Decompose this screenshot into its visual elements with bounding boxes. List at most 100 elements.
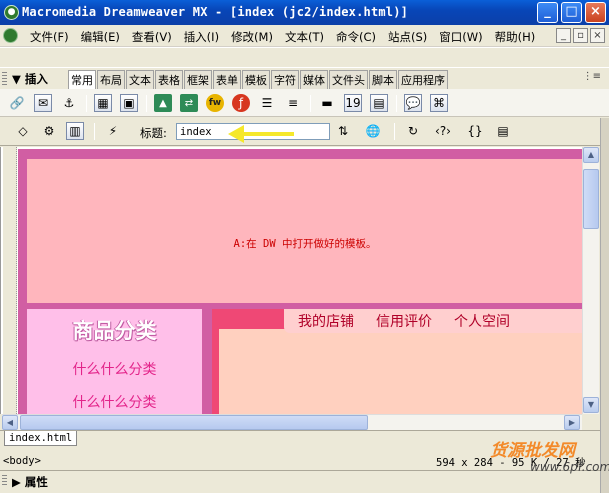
watermark-url: www.6pf.com xyxy=(530,460,609,474)
separator xyxy=(146,95,147,112)
scroll-left-button[interactable]: ◀ xyxy=(2,415,18,430)
tab-common[interactable]: 常用 xyxy=(68,70,96,90)
category-item[interactable]: 什么什么分类 xyxy=(27,392,202,412)
hr-line-icon[interactable]: ▬ xyxy=(318,94,336,112)
doc-minimize-button[interactable]: _ xyxy=(556,28,571,43)
panel-options-icon[interactable]: ⋮≡ xyxy=(583,71,601,82)
menu-bar: 文件(F) 编辑(E) 查看(V) 插入(I) 修改(M) 文本(T) 命令(C… xyxy=(0,25,609,47)
panel-grip[interactable] xyxy=(2,72,7,85)
doc-close-button[interactable]: × xyxy=(590,28,605,43)
horizontal-scroll-thumb[interactable] xyxy=(20,415,368,430)
tab-frames[interactable]: 框架 xyxy=(184,70,212,90)
tab-tables[interactable]: 表格 xyxy=(155,70,183,90)
template-header-area[interactable]: A:在 DW 中打开做好的模板。 xyxy=(27,159,582,303)
tab-application[interactable]: 应用程序 xyxy=(398,70,448,90)
menu-list: 文件(F) 编辑(E) 查看(V) 插入(I) 修改(M) 文本(T) 命令(C… xyxy=(24,29,541,45)
tab-text[interactable]: 文本 xyxy=(126,70,154,90)
code-navigation-icon[interactable]: {} xyxy=(466,122,484,140)
shop-nav: 我的店铺 信用评价 个人空间 xyxy=(284,309,582,333)
tab-layout[interactable]: 布局 xyxy=(97,70,125,90)
category-item[interactable]: 什么什么分类 xyxy=(27,359,202,379)
category-heading: 商品分类 xyxy=(72,319,157,343)
insert-panel-header: ▼ 插入 常用 布局 文本 表格 框架 表单 模板 字符 媒体 文件头 脚本 应… xyxy=(0,67,609,90)
date-icon[interactable]: 19 xyxy=(344,94,362,112)
layer-icon[interactable]: ▣ xyxy=(120,94,138,112)
doc-restore-button[interactable]: ▫ xyxy=(573,28,588,43)
design-view[interactable]: A:在 DW 中打开做好的模板。 商品分类 什么什么分类 什么什么分类 我的店铺… xyxy=(0,147,582,414)
vertical-scrollbar[interactable]: ▲ ▼ xyxy=(582,147,599,414)
menu-file[interactable]: 文件(F) xyxy=(24,29,75,45)
properties-panel-title[interactable]: ▶ 属性 xyxy=(12,474,48,490)
reference-icon[interactable]: ‹?› xyxy=(434,122,452,140)
menu-window[interactable]: 窗口(W) xyxy=(433,29,488,45)
preview-browser-icon[interactable]: 🌐 xyxy=(364,122,382,140)
live-data-icon[interactable]: ⚡ xyxy=(104,122,122,140)
template-page: A:在 DW 中打开做好的模板。 商品分类 什么什么分类 什么什么分类 我的店铺… xyxy=(18,149,582,414)
maximize-button[interactable]: □ xyxy=(561,2,582,23)
vertical-scroll-thumb[interactable] xyxy=(583,169,599,229)
horizontal-rule-icon[interactable]: ≡ xyxy=(284,94,302,112)
tabular-data-icon[interactable]: ▤ xyxy=(370,94,388,112)
tab-forms[interactable]: 表单 xyxy=(213,70,241,90)
content-body[interactable] xyxy=(219,329,582,414)
horizontal-scrollbar[interactable]: ◀ ▶ xyxy=(2,414,582,430)
document-icon[interactable] xyxy=(3,28,18,43)
close-button[interactable]: × xyxy=(585,2,606,23)
category-sidebar: 商品分类 什么什么分类 什么什么分类 xyxy=(27,309,202,414)
rollover-image-icon[interactable]: ⇄ xyxy=(180,94,198,112)
separator xyxy=(394,123,395,140)
window-title: Macromedia Dreamweaver MX - [index (jc2/… xyxy=(22,5,409,19)
menu-edit[interactable]: 编辑(E) xyxy=(75,29,126,45)
tab-script[interactable]: 脚本 xyxy=(369,70,397,90)
menu-view[interactable]: 查看(V) xyxy=(126,29,178,45)
menu-help[interactable]: 帮助(H) xyxy=(489,29,542,45)
menu-site[interactable]: 站点(S) xyxy=(382,29,433,45)
dreamweaver-app-icon[interactable]: ● xyxy=(4,5,19,20)
title-bar: ● Macromedia Dreamweaver MX - [index (jc… xyxy=(0,0,609,25)
menu-commands[interactable]: 命令(C) xyxy=(330,29,382,45)
nav-my-shop[interactable]: 我的店铺 xyxy=(298,311,354,331)
scroll-up-button[interactable]: ▲ xyxy=(583,147,599,163)
scroll-right-button[interactable]: ▶ xyxy=(564,415,580,430)
nav-personal-space[interactable]: 个人空间 xyxy=(454,311,510,331)
title-label: 标题: xyxy=(140,126,167,140)
menu-insert[interactable]: 插入(I) xyxy=(178,29,225,45)
menu-modify[interactable]: 修改(M) xyxy=(225,29,279,45)
design-view-icon[interactable]: ▥ xyxy=(66,122,84,140)
insert-panel-title[interactable]: ▼ 插入 xyxy=(12,71,48,87)
image-icon[interactable]: ▲ xyxy=(154,94,172,112)
hyperlink-icon[interactable]: 🔗 xyxy=(8,94,26,112)
refresh-icon[interactable]: ↻ xyxy=(404,122,422,140)
document-toolbar: ◇ ⚙ ▥ ⚡ 标题: ⇅ 🌐 ↻ ‹?› {} ▤ xyxy=(0,118,609,146)
email-link-icon[interactable]: ✉ xyxy=(34,94,52,112)
flash-icon[interactable]: ƒ xyxy=(232,94,250,112)
split-view-icon[interactable]: ⚙ xyxy=(40,122,58,140)
fireworks-html-icon[interactable]: fw xyxy=(206,94,224,112)
scroll-down-button[interactable]: ▼ xyxy=(583,397,599,413)
tab-characters[interactable]: 字符 xyxy=(271,70,299,90)
document-window-controls: _ ▫ × xyxy=(556,28,605,43)
menu-text[interactable]: 文本(T) xyxy=(279,29,330,45)
tab-head[interactable]: 文件头 xyxy=(329,70,368,90)
separator xyxy=(94,123,95,140)
tab-templates[interactable]: 模板 xyxy=(242,70,270,90)
toolbar-strip xyxy=(0,47,609,67)
tag-selector-body[interactable]: <body> xyxy=(3,455,41,467)
comment-icon[interactable]: 💬 xyxy=(404,94,422,112)
right-panel-edge[interactable] xyxy=(600,118,609,493)
file-management-icon[interactable]: ⇅ xyxy=(334,122,352,140)
panel-grip[interactable] xyxy=(2,475,7,487)
tag-chooser-icon[interactable]: ⌘ xyxy=(430,94,448,112)
anchor-icon[interactable]: ⚓ xyxy=(60,94,78,112)
table-icon[interactable]: ▦ xyxy=(94,94,112,112)
view-options-icon[interactable]: ▤ xyxy=(494,122,512,140)
code-view-icon[interactable]: ◇ xyxy=(14,122,32,140)
nav-credit-rating[interactable]: 信用评价 xyxy=(376,311,432,331)
navigation-bar-icon[interactable]: ☰ xyxy=(258,94,276,112)
document-tab-index[interactable]: index.html xyxy=(4,431,78,446)
insert-icon-row: 🔗 ✉ ⚓ ▦ ▣ ▲ ⇄ fw ƒ ☰ ≡ ▬ 19 ▤ 💬 ⌘ xyxy=(0,89,609,117)
properties-panel-header: ▶ 属性 xyxy=(0,470,609,490)
minimize-button[interactable]: _ xyxy=(537,2,558,23)
tab-media[interactable]: 媒体 xyxy=(300,70,328,90)
content-area: 我的店铺 信用评价 个人空间 xyxy=(212,309,582,414)
